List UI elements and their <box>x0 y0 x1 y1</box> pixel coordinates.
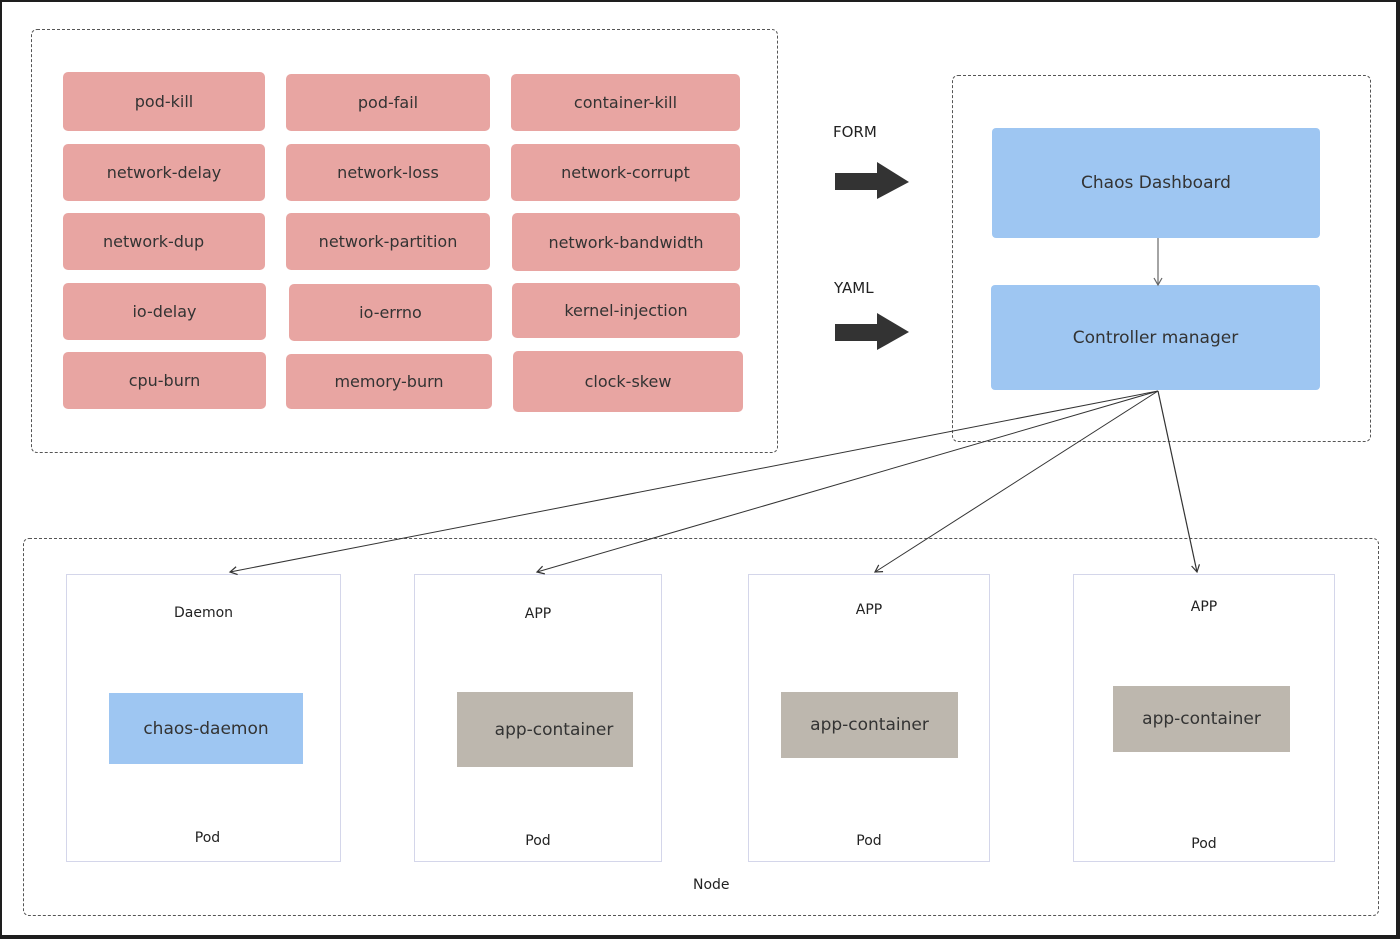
controller-to-daemon-arrow <box>228 390 1159 576</box>
connectors-layer <box>228 162 1201 576</box>
form-arrow-icon <box>835 162 909 199</box>
controller-to-app1-arrow <box>535 390 1159 575</box>
diagram-canvas: pod-kill pod-fail container-kill network… <box>2 2 1396 935</box>
yaml-arrow-icon <box>835 313 909 350</box>
controller-to-app3-arrow <box>1157 390 1201 574</box>
